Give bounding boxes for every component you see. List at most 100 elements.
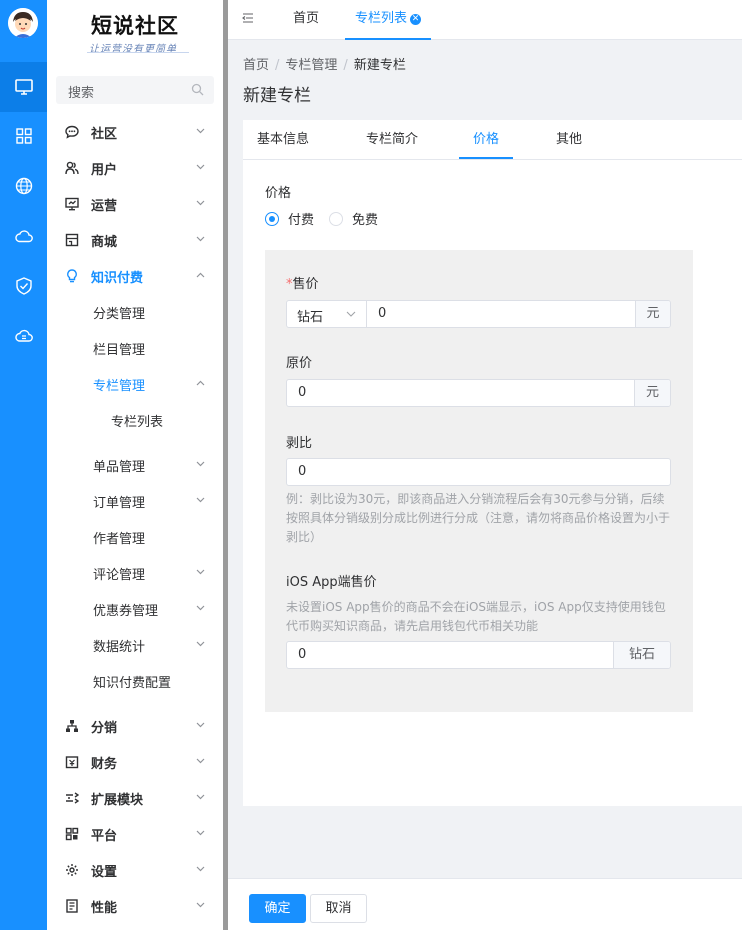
grid-icon[interactable] — [0, 111, 47, 161]
tab-column-list-label: 专栏列表 — [355, 11, 408, 26]
tab-intro[interactable]: 专栏简介 — [366, 120, 418, 160]
breadcrumb-separator: / — [343, 58, 348, 73]
submenu-item-column-manage[interactable]: 专栏管理 — [47, 366, 223, 402]
cloud-sync-icon[interactable] — [0, 311, 47, 361]
currency-select[interactable]: 钻石 — [287, 301, 367, 327]
submenu-item-label: 优惠券管理 — [93, 604, 159, 619]
chevron-down-icon — [196, 758, 205, 764]
ratio-input[interactable]: 0 — [298, 464, 306, 479]
user-avatar[interactable] — [8, 8, 38, 38]
report-icon — [66, 899, 78, 913]
ratio-input-group: 0 — [286, 458, 671, 486]
users-icon — [65, 161, 79, 175]
search-placeholder: 搜索 — [68, 86, 95, 101]
submenu-item-authors[interactable]: 作者管理 — [47, 519, 223, 555]
sidebar-item-finance[interactable]: 财务 — [47, 744, 223, 780]
ios-price-input-group: 0 钻石 — [286, 641, 671, 669]
sidebar-item-operations[interactable]: 运营 — [47, 186, 223, 222]
submenu-item-comments[interactable]: 评论管理 — [47, 555, 223, 591]
submenu-item-label: 评论管理 — [93, 568, 146, 583]
sale-price-input[interactable]: 0 — [378, 306, 386, 321]
sidebar-item-label: 扩展模块 — [91, 792, 144, 808]
breadcrumb-separator: / — [275, 58, 280, 73]
tab-home[interactable]: 首页 — [293, 0, 319, 40]
sidebar-item-label: 设置 — [91, 864, 118, 880]
sidebar-item-performance[interactable]: 性能 — [47, 888, 223, 924]
close-icon[interactable]: ✕ — [410, 14, 422, 25]
tab-column-list[interactable]: 专栏列表 ✕ — [345, 0, 432, 40]
currency-select-value: 钻石 — [297, 310, 324, 325]
sidebar-item-label: 知识付费 — [91, 270, 144, 286]
breadcrumb-current: 新建专栏 — [353, 58, 406, 73]
submenu-item-config[interactable]: 知识付费配置 — [47, 663, 223, 699]
sale-price-label: *售价 — [286, 273, 319, 292]
submenu-item-single-product[interactable]: 单品管理 — [47, 447, 223, 483]
submenu-item-label: 作者管理 — [93, 532, 146, 547]
chevron-down-icon — [196, 236, 205, 242]
submenu-item-label: 订单管理 — [93, 496, 146, 511]
submenu-item-coupons[interactable]: 优惠券管理 — [47, 591, 223, 627]
submenu-item-label: 单品管理 — [93, 460, 146, 475]
price-label: 价格 — [265, 186, 292, 201]
desktop-icon[interactable] — [0, 62, 47, 112]
monitor-icon — [65, 197, 79, 211]
sidebar-item-settings[interactable]: 设置 — [47, 852, 223, 888]
sidebar-search[interactable]: 搜索 — [56, 76, 214, 104]
chevron-down-icon — [196, 722, 205, 728]
price-panel: *售价 钻石 0 元 原价 0 元 剥比 0 例：剥比设为30元，即该商品进入分… — [265, 250, 693, 712]
slogan-underline — [87, 52, 189, 53]
chevron-down-icon — [196, 830, 205, 836]
submenu-item-column-list[interactable]: 专栏列表 — [47, 402, 223, 438]
original-price-input[interactable]: 0 — [298, 385, 306, 400]
radio-paid[interactable]: 付费 — [265, 209, 314, 228]
sidebar-item-distribution[interactable]: 分销 — [47, 708, 223, 744]
sidebar-item-shop[interactable]: 商城 — [47, 222, 223, 258]
submenu-item-label: 专栏列表 — [111, 415, 164, 430]
submenu-item-label: 专栏管理 — [93, 379, 146, 394]
breadcrumb-column-manage[interactable]: 专栏管理 — [285, 58, 337, 73]
active-tab-indicator — [459, 157, 513, 159]
breadcrumb-home[interactable]: 首页 — [243, 58, 269, 73]
sale-price-label-text: 售价 — [292, 277, 319, 292]
chevron-down-icon — [196, 164, 205, 170]
ios-price-input[interactable]: 0 — [298, 647, 306, 662]
cancel-button[interactable]: 取消 — [310, 894, 367, 923]
sidebar-item-knowledge-paid[interactable]: 知识付费 — [47, 258, 223, 294]
submenu-item-orders[interactable]: 订单管理 — [47, 483, 223, 519]
tab-basic-info[interactable]: 基本信息 — [257, 120, 309, 160]
sidebar: 短说社区 让运营没有更简单 搜索 社区 用户 运营 商城 知识付费 分类管理 栏… — [47, 0, 223, 930]
sidebar-scrollbar[interactable] — [223, 0, 228, 930]
form-footer: 确定 取消 — [228, 878, 742, 930]
tab-other[interactable]: 其他 — [556, 120, 582, 160]
page-title: 新建专栏 — [243, 86, 311, 106]
chevron-up-icon — [196, 380, 205, 386]
submenu-item-section[interactable]: 栏目管理 — [47, 330, 223, 366]
sidebar-item-label: 社区 — [91, 126, 118, 142]
sidebar-item-label: 平台 — [91, 828, 118, 844]
menu-fold-icon[interactable] — [242, 12, 254, 24]
submenu-item-category[interactable]: 分类管理 — [47, 294, 223, 330]
submenu-item-label: 知识付费配置 — [93, 676, 172, 691]
shield-check-icon[interactable] — [0, 261, 47, 311]
chevron-down-icon — [196, 902, 205, 908]
tab-price[interactable]: 价格 — [473, 120, 499, 160]
lightbulb-icon — [67, 269, 77, 283]
platform-icon — [65, 827, 79, 841]
submenu-item-label: 分类管理 — [93, 307, 146, 322]
sidebar-item-extensions[interactable]: 扩展模块 — [47, 780, 223, 816]
submenu-item-label: 数据统计 — [93, 640, 146, 655]
brand-logo[interactable]: 短说社区 — [91, 10, 179, 40]
confirm-button[interactable]: 确定 — [249, 894, 306, 923]
radio-paid-label: 付费 — [288, 213, 315, 228]
sidebar-item-platform[interactable]: 平台 — [47, 816, 223, 852]
sidebar-item-users[interactable]: 用户 — [47, 150, 223, 186]
radio-free[interactable]: 免费 — [329, 209, 378, 228]
submenu-item-statistics[interactable]: 数据统计 — [47, 627, 223, 663]
cloud-icon[interactable] — [0, 211, 47, 261]
chevron-down-icon — [196, 497, 205, 503]
ios-price-label: iOS App端售价 — [286, 575, 377, 590]
sale-price-input-group: 钻石 0 元 — [286, 300, 671, 328]
brand: 短说社区 让运营没有更简单 — [47, 0, 223, 65]
globe-icon[interactable] — [0, 161, 47, 211]
sidebar-item-community[interactable]: 社区 — [47, 114, 223, 150]
